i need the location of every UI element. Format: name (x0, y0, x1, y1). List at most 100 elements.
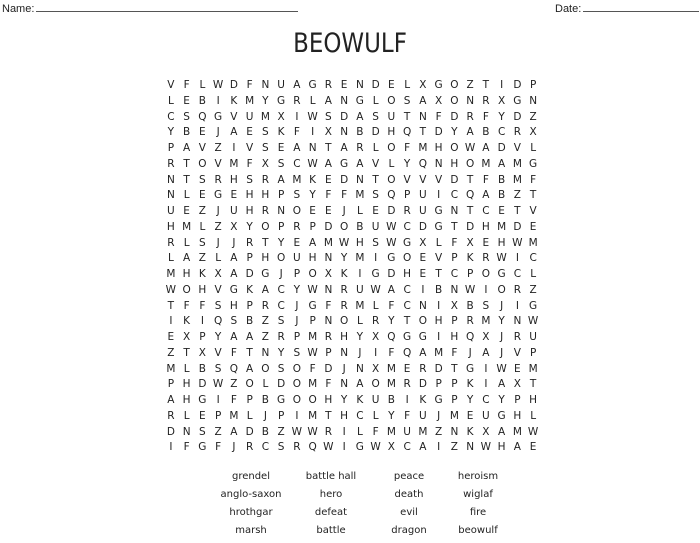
grid-letter[interactable]: E (179, 204, 195, 220)
grid-letter[interactable]: B (352, 220, 368, 236)
grid-letter[interactable]: V (510, 141, 526, 157)
grid-letter[interactable]: B (179, 125, 195, 141)
grid-letter[interactable]: A (336, 141, 352, 157)
grid-letter[interactable]: G (431, 393, 447, 409)
grid-letter[interactable]: M (510, 157, 526, 173)
grid-letter[interactable]: A (226, 425, 242, 441)
grid-letter[interactable]: J (226, 236, 242, 252)
grid-letter[interactable]: H (384, 125, 400, 141)
grid-letter[interactable]: E (305, 204, 321, 220)
grid-letter[interactable]: Z (195, 251, 211, 267)
grid-letter[interactable]: I (289, 409, 305, 425)
grid-letter[interactable]: T (368, 173, 384, 189)
grid-letter[interactable]: O (258, 362, 274, 378)
grid-letter[interactable]: A (384, 283, 400, 299)
grid-letter[interactable]: F (210, 440, 226, 456)
grid-letter[interactable]: A (478, 346, 494, 362)
grid-letter[interactable]: C (478, 393, 494, 409)
grid-letter[interactable]: S (179, 110, 195, 126)
grid-letter[interactable]: Y (336, 393, 352, 409)
grid-letter[interactable]: X (384, 440, 400, 456)
grid-letter[interactable]: V (242, 141, 258, 157)
grid-letter[interactable]: Z (226, 377, 242, 393)
grid-letter[interactable]: C (289, 157, 305, 173)
grid-letter[interactable]: Y (384, 409, 400, 425)
grid-letter[interactable]: L (305, 94, 321, 110)
grid-letter[interactable]: B (478, 125, 494, 141)
grid-letter[interactable]: C (163, 110, 179, 126)
grid-letter[interactable]: X (415, 236, 431, 252)
grid-letter[interactable]: H (163, 220, 179, 236)
grid-letter[interactable]: Q (399, 125, 415, 141)
grid-letter[interactable]: E (368, 204, 384, 220)
grid-letter[interactable]: W (305, 157, 321, 173)
grid-letter[interactable]: H (195, 283, 211, 299)
grid-letter[interactable]: F (478, 173, 494, 189)
grid-letter[interactable]: N (525, 94, 541, 110)
grid-letter[interactable]: P (431, 377, 447, 393)
grid-letter[interactable]: S (273, 362, 289, 378)
grid-letter[interactable]: U (478, 409, 494, 425)
grid-letter[interactable]: Y (494, 314, 510, 330)
grid-letter[interactable]: L (179, 236, 195, 252)
grid-letter[interactable]: O (447, 78, 463, 94)
grid-letter[interactable]: N (273, 204, 289, 220)
grid-letter[interactable]: H (431, 314, 447, 330)
grid-letter[interactable]: L (163, 251, 179, 267)
grid-letter[interactable]: K (305, 173, 321, 189)
grid-letter[interactable]: M (384, 377, 400, 393)
grid-letter[interactable]: I (399, 393, 415, 409)
grid-letter[interactable]: H (447, 157, 463, 173)
grid-letter[interactable]: G (305, 299, 321, 315)
grid-letter[interactable]: H (226, 173, 242, 189)
grid-letter[interactable]: C (447, 267, 463, 283)
grid-letter[interactable]: N (336, 346, 352, 362)
grid-letter[interactable]: A (352, 377, 368, 393)
grid-letter[interactable]: G (226, 283, 242, 299)
grid-letter[interactable]: A (321, 94, 337, 110)
grid-letter[interactable]: W (494, 362, 510, 378)
grid-letter[interactable]: I (368, 346, 384, 362)
grid-letter[interactable]: X (525, 125, 541, 141)
grid-letter[interactable]: A (273, 173, 289, 189)
grid-letter[interactable]: L (384, 157, 400, 173)
grid-letter[interactable]: P (447, 314, 463, 330)
grid-letter[interactable]: M (525, 236, 541, 252)
grid-letter[interactable]: L (195, 220, 211, 236)
grid-letter[interactable]: N (415, 110, 431, 126)
grid-letter[interactable]: S (273, 314, 289, 330)
grid-letter[interactable]: O (289, 393, 305, 409)
grid-letter[interactable]: G (352, 94, 368, 110)
grid-letter[interactable]: A (352, 110, 368, 126)
grid-letter[interactable]: L (368, 141, 384, 157)
grid-letter[interactable]: M (289, 173, 305, 189)
grid-letter[interactable]: W (525, 314, 541, 330)
grid-letter[interactable]: D (226, 78, 242, 94)
grid-letter[interactable]: O (384, 173, 400, 189)
grid-letter[interactable]: W (305, 283, 321, 299)
grid-letter[interactable]: D (462, 220, 478, 236)
grid-letter[interactable]: R (242, 236, 258, 252)
grid-letter[interactable]: V (368, 157, 384, 173)
grid-letter[interactable]: C (447, 188, 463, 204)
grid-letter[interactable]: I (368, 251, 384, 267)
grid-letter[interactable]: T (399, 110, 415, 126)
grid-letter[interactable]: X (210, 267, 226, 283)
grid-letter[interactable]: A (289, 141, 305, 157)
grid-letter[interactable]: P (305, 314, 321, 330)
grid-letter[interactable]: N (305, 141, 321, 157)
grid-letter[interactable]: G (258, 267, 274, 283)
grid-letter[interactable]: X (273, 110, 289, 126)
grid-letter[interactable]: M (478, 314, 494, 330)
grid-letter[interactable]: C (494, 125, 510, 141)
grid-letter[interactable]: B (494, 188, 510, 204)
grid-letter[interactable]: W (210, 78, 226, 94)
grid-letter[interactable]: R (510, 283, 526, 299)
grid-letter[interactable]: S (321, 110, 337, 126)
grid-letter[interactable]: C (399, 220, 415, 236)
grid-letter[interactable]: I (494, 78, 510, 94)
grid-letter[interactable]: Y (305, 188, 321, 204)
grid-letter[interactable]: N (336, 125, 352, 141)
grid-letter[interactable]: T (431, 267, 447, 283)
grid-letter[interactable]: M (305, 330, 321, 346)
